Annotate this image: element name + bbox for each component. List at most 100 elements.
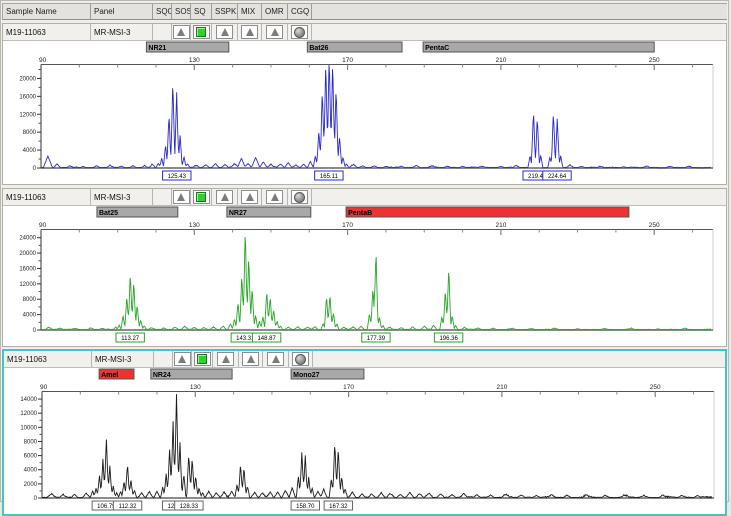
marker-bar-bat25[interactable]: Bat25: [97, 207, 178, 217]
svg-text:148.87: 148.87: [257, 336, 276, 342]
sos-flag-cell[interactable]: [172, 189, 191, 205]
y-tick-label: 8000: [23, 297, 37, 303]
column-header-sample-name[interactable]: Sample Name: [3, 4, 91, 19]
sos-flag-box[interactable]: [174, 352, 191, 366]
omr-flag-box[interactable]: [267, 352, 284, 366]
sq-flag-box[interactable]: [193, 190, 210, 204]
marker-bar-pentab[interactable]: PentaB: [346, 207, 629, 217]
sample-row[interactable]: M19-11063 MR-MSI-3: [3, 189, 726, 206]
peak-size-label[interactable]: 128.33: [175, 501, 203, 510]
x-tick-label: 130: [190, 384, 201, 391]
sqo-flag-cell[interactable]: [153, 24, 172, 40]
mix-flag-box[interactable]: [241, 190, 258, 204]
sample-name: M19-11063: [3, 24, 91, 40]
cgq-flag-box[interactable]: [292, 352, 309, 366]
cgq-flag-cell[interactable]: [288, 24, 312, 40]
column-header-filler: [312, 4, 727, 19]
y-tick-label: 8000: [23, 130, 37, 136]
sq-flag-cell[interactable]: [191, 189, 212, 205]
sos-flag-cell[interactable]: [172, 24, 191, 40]
peak-size-label[interactable]: 177.39: [362, 333, 390, 342]
electropherogram-chart[interactable]: AmelNR24Mono2790130170210250020004000600…: [4, 368, 731, 514]
peak-size-label[interactable]: 113.27: [116, 333, 144, 342]
x-tick-label: 250: [649, 57, 660, 64]
mix-flag-cell[interactable]: [239, 351, 263, 367]
peak-size-label[interactable]: 165.11: [315, 171, 343, 180]
electropherogram-chart[interactable]: Bat25NR27PentaB9013017021025004000800012…: [3, 206, 730, 346]
peak-size-label[interactable]: 148.87: [252, 333, 280, 342]
marker-bar-nr21[interactable]: NR21: [146, 42, 228, 52]
peak-size-label[interactable]: 167.32: [324, 501, 352, 510]
marker-bar-bat26[interactable]: Bat26: [307, 42, 402, 52]
column-header-panel[interactable]: Panel: [91, 4, 153, 19]
sample-row[interactable]: M19-11063 MR-MSI-3: [4, 351, 725, 368]
column-header-sos[interactable]: SOS: [172, 4, 191, 19]
trace: [41, 237, 711, 330]
omr-flag-box[interactable]: [266, 190, 283, 204]
sspk-flag-box[interactable]: [217, 352, 234, 366]
sspk-flag-box[interactable]: [216, 25, 233, 39]
column-header-sspk[interactable]: SSPK: [212, 4, 238, 19]
column-header-sqo[interactable]: SQO: [153, 4, 172, 19]
mix-flag-box[interactable]: [241, 25, 258, 39]
sample-row[interactable]: M19-11063 MR-MSI-3: [3, 24, 726, 41]
omr-flag-cell[interactable]: [262, 189, 288, 205]
marker-bar-mono27[interactable]: Mono27: [291, 369, 364, 379]
sspk-flag-box[interactable]: [216, 190, 233, 204]
x-tick-label: 210: [496, 384, 507, 391]
sspk-flag-cell[interactable]: [213, 351, 239, 367]
mix-flag-box[interactable]: [242, 352, 259, 366]
column-header-sq[interactable]: SQ: [191, 4, 212, 19]
y-tick-label: 0: [33, 166, 37, 172]
circle-icon: [294, 192, 305, 203]
svg-text:177.39: 177.39: [367, 336, 386, 342]
mix-flag-cell[interactable]: [238, 189, 262, 205]
peak-size-label[interactable]: 196.36: [434, 333, 462, 342]
triangle-icon: [221, 28, 229, 36]
y-tick-label: 16000: [19, 94, 36, 100]
cgq-flag-box[interactable]: [291, 190, 308, 204]
cgq-flag-box[interactable]: [291, 25, 308, 39]
panel-name: MR-MSI-3: [91, 189, 153, 205]
sample-electropherogram-block-1[interactable]: M19-11063 MR-MSI-3 NR21Bat26PentaC901301…: [2, 23, 727, 185]
marker-bar-nr27[interactable]: NR27: [227, 207, 311, 217]
sq-flag-cell[interactable]: [192, 351, 213, 367]
column-header-cgq[interactable]: CGQ: [288, 4, 312, 19]
sq-flag-box[interactable]: [194, 352, 211, 366]
omr-flag-cell[interactable]: [262, 24, 288, 40]
cgq-flag-cell[interactable]: [289, 351, 313, 367]
peak-size-label[interactable]: 125.43: [163, 171, 191, 180]
marker-label: Amel: [101, 372, 118, 379]
mix-flag-cell[interactable]: [238, 24, 262, 40]
svg-text:125.43: 125.43: [168, 174, 187, 180]
sample-electropherogram-block-2[interactable]: M19-11063 MR-MSI-3 Bat25NR27PentaB901301…: [2, 188, 727, 347]
column-header-omr[interactable]: OMR: [262, 4, 288, 19]
electropherogram-chart[interactable]: NR21Bat26PentaC9013017021025004000800012…: [3, 41, 730, 184]
sqo-flag-cell[interactable]: [154, 351, 173, 367]
sos-flag-cell[interactable]: [173, 351, 192, 367]
sq-flag-box[interactable]: [193, 25, 210, 39]
sqo-flag-cell[interactable]: [153, 189, 172, 205]
sspk-flag-cell[interactable]: [212, 189, 238, 205]
peak-size-label[interactable]: 158.70: [291, 501, 319, 510]
peak-size-label[interactable]: 112.32: [113, 501, 141, 510]
green-square-icon: [196, 27, 206, 37]
sample-electropherogram-block-3[interactable]: M19-11063 MR-MSI-3 AmelNR24Mono279013017…: [2, 349, 727, 516]
x-tick-label: 90: [39, 222, 47, 229]
y-tick-label: 20000: [19, 76, 36, 82]
marker-bar-nr24[interactable]: NR24: [151, 369, 232, 379]
svg-text:196.36: 196.36: [439, 336, 458, 342]
cgq-flag-cell[interactable]: [288, 189, 312, 205]
column-header-mix[interactable]: MIX: [238, 4, 262, 19]
omr-flag-box[interactable]: [266, 25, 283, 39]
marker-bar-pentac[interactable]: PentaC: [423, 42, 654, 52]
sspk-flag-cell[interactable]: [212, 24, 238, 40]
omr-flag-cell[interactable]: [263, 351, 289, 367]
sos-flag-box[interactable]: [173, 190, 190, 204]
peak-size-label[interactable]: 224.64: [543, 171, 571, 180]
marker-bar-amel[interactable]: Amel: [99, 369, 134, 379]
sos-flag-box[interactable]: [173, 25, 190, 39]
y-tick-label: 16000: [19, 266, 36, 272]
sq-flag-cell[interactable]: [191, 24, 212, 40]
marker-label: NR27: [229, 210, 247, 217]
